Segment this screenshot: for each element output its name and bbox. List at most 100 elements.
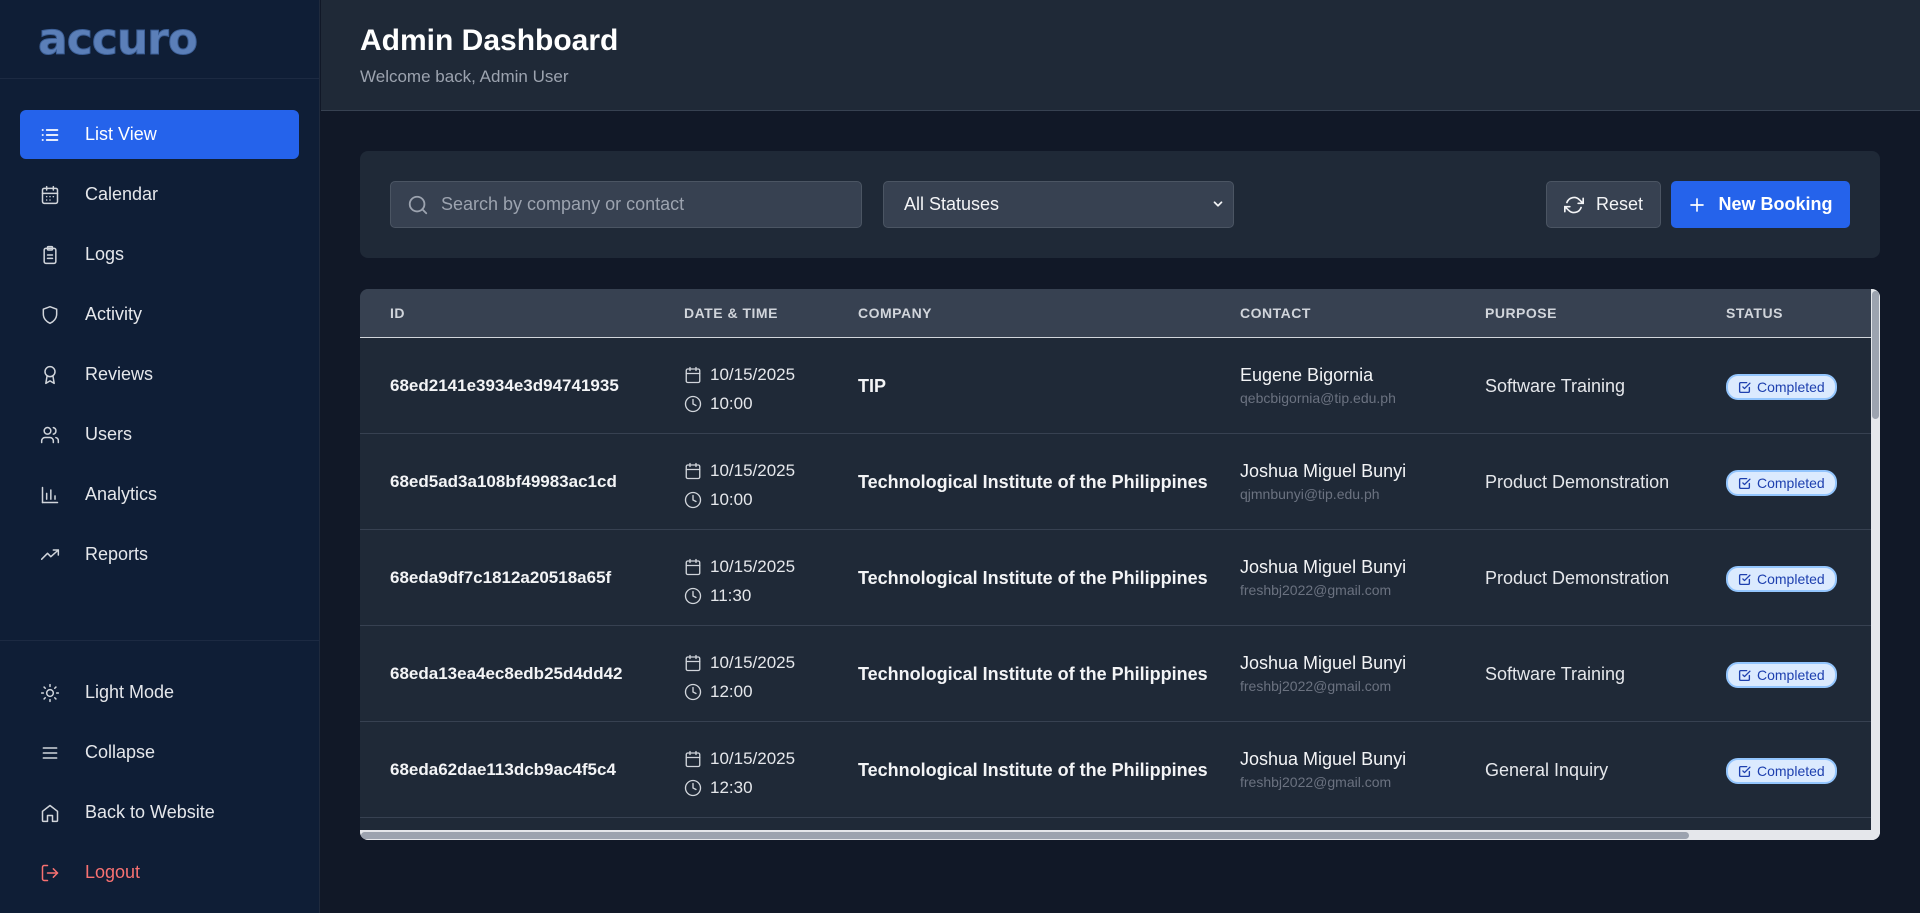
sidebar-item-activity[interactable]: Activity — [20, 290, 299, 339]
page-header: Admin Dashboard Welcome back, Admin User — [321, 0, 1920, 111]
booking-time: 11:30 — [710, 585, 752, 605]
booking-purpose: General Inquiry — [1485, 760, 1609, 780]
sidebar-item-logs[interactable]: Logs — [20, 230, 299, 279]
booking-purpose: Product Demonstration — [1485, 472, 1670, 492]
sidebar-bottom: Light Mode Collapse Back to Website Logo… — [0, 640, 320, 908]
contact-email: freshbj2022@gmail.com — [1240, 582, 1392, 598]
collapse-button[interactable]: Collapse — [20, 728, 300, 777]
check-square-icon — [1738, 381, 1751, 393]
booking-id: 68eda13ea4ec8edb25d4dd42 — [390, 664, 623, 683]
contact-name: Joshua Miguel Bunyi — [1240, 557, 1407, 577]
table-row[interactable]: 68eda62dae113dcb9ac4f5c4 10/15/2025 12:3… — [360, 722, 1880, 818]
booking-contact: Joshua Miguel Bunyi freshbj2022@gmail.co… — [1240, 653, 1406, 694]
booking-purpose: Software Training — [1485, 664, 1626, 684]
booking-status: Completed — [1726, 374, 1837, 400]
page-title: Admin Dashboard — [360, 24, 619, 57]
logout-button[interactable]: Logout — [20, 848, 300, 897]
contact-email: freshbj2022@gmail.com — [1240, 678, 1392, 694]
clock-icon — [684, 395, 702, 412]
check-square-icon — [1738, 477, 1751, 489]
sidebar-item-label: Analytics — [85, 484, 158, 504]
contact-email: qebcbigornia@tip.edu.ph — [1240, 390, 1396, 406]
table-row[interactable]: 68ed2141e3934e3d94741935 10/15/2025 10:0… — [360, 338, 1880, 434]
booking-id: 68eda62dae113dcb9ac4f5c4 — [390, 760, 616, 779]
table-header: ID DATE & TIME COMPANY CONTACT PURPOSE S… — [360, 289, 1880, 338]
status-badge-label: Completed — [1757, 763, 1825, 779]
status-badge[interactable]: Completed — [1726, 662, 1837, 688]
sidebar-item-label: Back to Website — [85, 802, 215, 822]
sidebar-item-label: Calendar — [85, 184, 159, 204]
light-mode-toggle[interactable]: Light Mode — [20, 668, 300, 717]
sidebar-item-reports[interactable]: Reports — [20, 530, 299, 579]
status-badge-label: Completed — [1757, 571, 1825, 587]
status-badge[interactable]: Completed — [1726, 374, 1837, 400]
column-header-date-time[interactable]: DATE & TIME — [684, 305, 778, 321]
table-row[interactable]: 68eda13ea4ec8edb25d4dd42 10/15/2025 12:0… — [360, 626, 1880, 722]
booking-company: Technological Institute of the Philippin… — [858, 664, 1208, 684]
status-badge-label: Completed — [1757, 475, 1825, 491]
check-square-icon — [1738, 573, 1751, 585]
check-square-icon — [1738, 669, 1751, 681]
vertical-scrollbar-thumb[interactable] — [1872, 291, 1879, 419]
search-input[interactable] — [441, 194, 841, 215]
sidebar-item-analytics[interactable]: Analytics — [20, 470, 299, 519]
check-square-icon — [1738, 765, 1751, 777]
sidebar-item-users[interactable]: Users — [20, 410, 299, 459]
booking-date: 10/15/2025 — [710, 460, 796, 480]
sidebar-item-reviews[interactable]: Reviews — [20, 350, 299, 399]
filter-bar: All Statuses Reset New Booking — [360, 151, 1880, 258]
booking-datetime: 10/15/2025 11:30 — [684, 552, 795, 610]
plus-icon — [1690, 197, 1705, 212]
menu-icon — [40, 743, 60, 763]
sidebar-item-label: Light Mode — [85, 682, 175, 702]
table-row[interactable]: 68eda9df7c1812a20518a65f 10/15/2025 11:3… — [360, 530, 1880, 626]
booking-company: Technological Institute of the Philippin… — [858, 472, 1208, 492]
new-booking-button[interactable]: New Booking — [1671, 181, 1850, 228]
horizontal-scrollbar-thumb[interactable] — [361, 832, 1689, 839]
vertical-scrollbar[interactable] — [1871, 289, 1880, 840]
reset-button[interactable]: Reset — [1546, 181, 1661, 228]
column-header-status[interactable]: STATUS — [1726, 305, 1783, 321]
refresh-icon — [1563, 196, 1584, 213]
list-icon — [40, 125, 60, 145]
table-body: 68ed2141e3934e3d94741935 10/15/2025 10:0… — [360, 338, 1880, 818]
sidebar-item-label: Users — [85, 424, 133, 444]
status-badge[interactable]: Completed — [1726, 566, 1837, 592]
status-badge[interactable]: Completed — [1726, 470, 1837, 496]
horizontal-scrollbar[interactable] — [360, 830, 1880, 840]
status-select-value: All Statuses — [904, 194, 1000, 214]
bookings-table: ID DATE & TIME COMPANY CONTACT PURPOSE S… — [360, 289, 1880, 840]
clock-icon — [684, 779, 702, 796]
contact-name: Eugene Bigornia — [1240, 365, 1374, 385]
status-select[interactable]: All Statuses — [883, 181, 1234, 228]
contact-name: Joshua Miguel Bunyi — [1240, 749, 1407, 769]
clock-icon — [684, 587, 702, 604]
trending-up-icon — [40, 545, 60, 565]
column-header-purpose[interactable]: PURPOSE — [1485, 305, 1557, 321]
logout-icon — [40, 863, 60, 883]
sidebar-item-label: Activity — [85, 304, 143, 324]
sidebar-item-label: Collapse — [85, 742, 156, 762]
column-header-company[interactable]: COMPANY — [858, 305, 932, 321]
sidebar-item-label: Reports — [85, 544, 149, 564]
app-logo[interactable]: accuro — [38, 17, 319, 62]
back-to-website-link[interactable]: Back to Website — [20, 788, 300, 837]
calendar-icon — [685, 558, 701, 575]
column-header-contact[interactable]: CONTACT — [1240, 305, 1311, 321]
users-icon — [40, 425, 60, 445]
status-badge[interactable]: Completed — [1726, 758, 1837, 784]
bar-chart-icon — [40, 485, 60, 505]
booking-time: 10:00 — [710, 393, 753, 413]
contact-email: freshbj2022@gmail.com — [1240, 774, 1392, 790]
clipboard-icon — [40, 245, 60, 265]
column-header-id[interactable]: ID — [390, 305, 405, 321]
booking-company: Technological Institute of the Philippin… — [858, 760, 1208, 780]
clock-icon — [684, 491, 702, 508]
sidebar-item-calendar[interactable]: Calendar — [20, 170, 299, 219]
booking-date: 10/15/2025 — [710, 364, 796, 384]
booking-purpose: Product Demonstration — [1485, 568, 1670, 588]
sidebar-item-list-view[interactable]: List View — [20, 110, 299, 159]
booking-datetime: 10/15/2025 12:30 — [684, 744, 795, 802]
table-row[interactable]: 68ed5ad3a108bf49983ac1cd 10/15/2025 10:0… — [360, 434, 1880, 530]
contact-email: qjmnbunyi@tip.edu.ph — [1240, 486, 1380, 502]
